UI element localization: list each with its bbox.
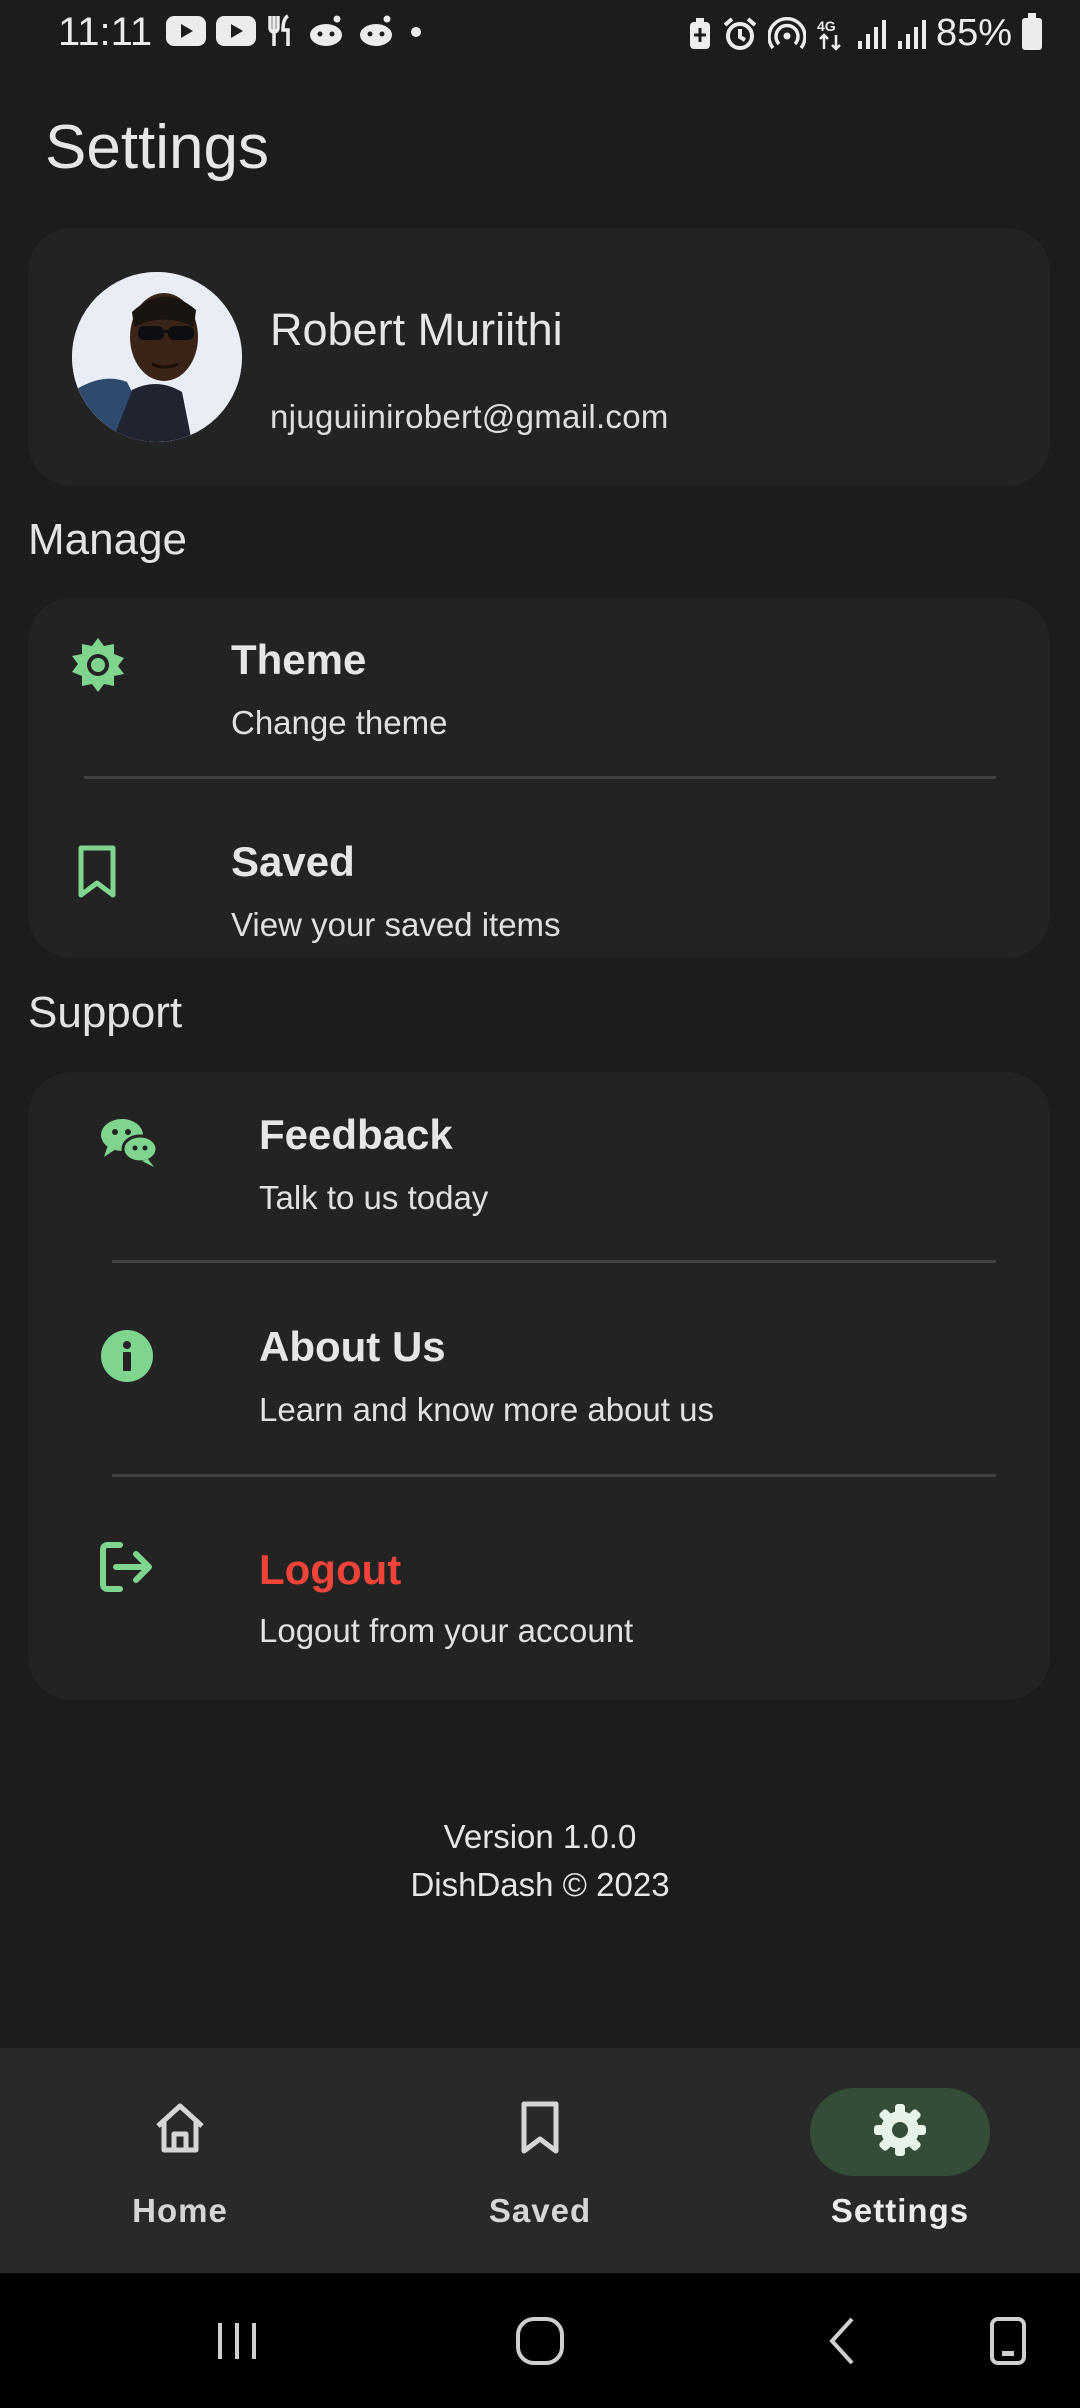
back-icon[interactable]	[822, 2315, 862, 2367]
status-bar: 11:11 4G 85%	[0, 0, 1080, 70]
gear-icon	[874, 2104, 926, 2156]
reddit-icon	[360, 15, 392, 46]
battery-icon	[1022, 12, 1042, 50]
nav-settings-label: Settings	[830, 2192, 970, 2229]
battery-saver-icon	[689, 17, 710, 49]
chat-icon	[101, 1119, 158, 1167]
about-us-row[interactable]: About Us Learn and know more about us	[28, 1285, 1050, 1465]
logout-title: Logout	[259, 1546, 402, 1593]
bookmark-icon	[521, 2101, 559, 2154]
svg-text:4G: 4G	[817, 18, 836, 34]
system-navigation-bar	[0, 2273, 1080, 2408]
dot-icon	[411, 27, 421, 37]
profile-email: njuguiinirobert@gmail.com	[270, 398, 669, 435]
theme-row[interactable]: Theme Change theme	[28, 600, 1050, 770]
copyright-text: DishDash © 2023	[410, 1866, 670, 1903]
4g-icon: 4G	[817, 18, 841, 51]
saved-title: Saved	[231, 838, 355, 885]
home-icon	[156, 2103, 204, 2153]
saved-row[interactable]: Saved View your saved items	[28, 800, 1050, 956]
version-text: Version 1.0.0	[443, 1818, 637, 1855]
home-button-icon[interactable]	[514, 2315, 566, 2367]
feedback-row[interactable]: Feedback Talk to us today	[28, 1075, 1050, 1255]
feedback-subtitle: Talk to us today	[259, 1179, 489, 1216]
status-notification-icons	[166, 14, 426, 48]
status-system-icons: 4G 85%	[688, 12, 1042, 55]
sun-icon	[72, 638, 124, 692]
divider	[84, 776, 996, 779]
logout-row[interactable]: Logout Logout from your account	[28, 1498, 1050, 1698]
alarm-icon	[723, 16, 757, 50]
info-icon	[101, 1330, 153, 1382]
feedback-title: Feedback	[259, 1111, 453, 1158]
reddit-icon	[310, 15, 342, 46]
nav-settings[interactable]: Settings	[780, 2088, 1020, 2238]
signal-icon	[857, 19, 886, 49]
saved-subtitle: View your saved items	[231, 906, 561, 943]
battery-percent: 85%	[935, 12, 1012, 54]
recent-apps-icon[interactable]	[212, 2317, 262, 2365]
signal-icon	[897, 19, 926, 49]
status-time: 11:11	[58, 10, 153, 54]
page-title: Settings	[45, 113, 270, 182]
youtube-icon	[166, 16, 206, 46]
nav-saved[interactable]: Saved	[420, 2088, 660, 2238]
nav-saved-label: Saved	[488, 2192, 592, 2229]
theme-title: Theme	[231, 636, 367, 683]
avatar[interactable]	[72, 272, 242, 442]
youtube-icon	[216, 16, 256, 46]
divider	[112, 1474, 996, 1477]
manage-section-label: Manage	[28, 515, 188, 564]
screen-orientation-icon[interactable]	[988, 2315, 1028, 2367]
logout-icon	[100, 1542, 152, 1592]
nav-home[interactable]: Home	[60, 2088, 300, 2238]
profile-name: Robert Muriithi	[270, 304, 563, 355]
bookmark-icon	[78, 845, 116, 898]
about-us-title: About Us	[259, 1323, 446, 1370]
hotspot-icon	[767, 16, 806, 49]
restaurant-icon	[268, 14, 290, 46]
about-us-subtitle: Learn and know more about us	[259, 1391, 714, 1428]
nav-home-label: Home	[132, 2192, 228, 2229]
divider	[112, 1260, 996, 1263]
logout-subtitle: Logout from your account	[259, 1612, 634, 1649]
theme-subtitle: Change theme	[231, 704, 448, 741]
support-section-label: Support	[28, 988, 183, 1037]
